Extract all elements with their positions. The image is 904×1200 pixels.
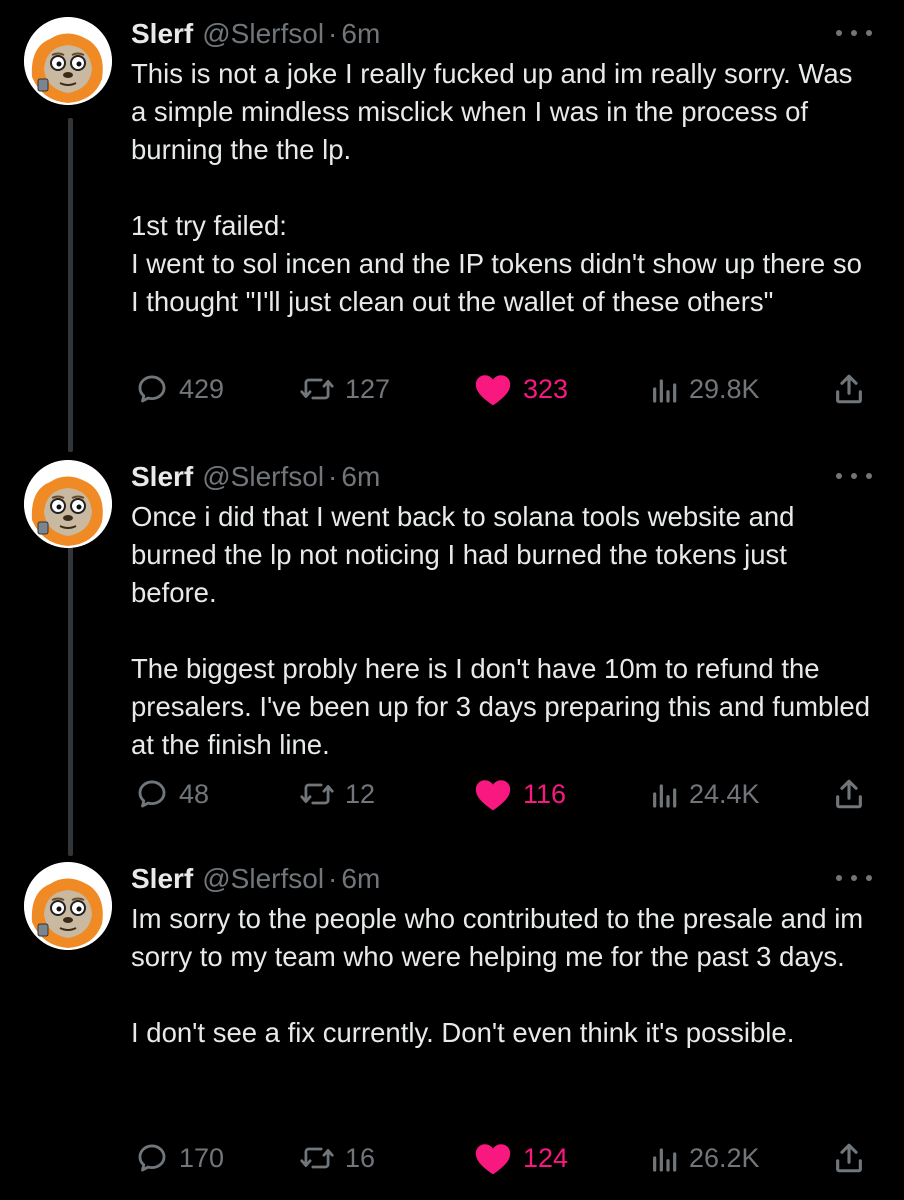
tweet-actions: 48 12 116 24.4K — [131, 774, 871, 814]
author-name[interactable]: Slerf — [131, 461, 193, 493]
tweet-actions: 429 127 323 29.8K — [131, 369, 871, 409]
tweet-paragraph: 1st try failed: I went to sol incen and … — [131, 210, 862, 317]
tweet[interactable]: Slerf @Slerfsol · 6m This is not a joke … — [0, 17, 904, 417]
more-options-icon[interactable] — [836, 21, 872, 45]
like-count: 116 — [523, 778, 567, 809]
repost-icon — [300, 1147, 334, 1169]
share-button[interactable] — [831, 1138, 867, 1178]
author-handle[interactable]: @Slerfsol — [202, 18, 324, 50]
views-button[interactable]: 26.2K — [649, 1138, 760, 1178]
repost-button[interactable]: 12 — [299, 774, 375, 814]
heart-filled-icon — [475, 375, 511, 406]
sloth-avatar-icon — [24, 862, 112, 950]
tweet-header: Slerf @Slerfsol · 6m — [131, 17, 380, 51]
tweet-paragraph: I don't see a fix currently. Don't even … — [131, 1017, 795, 1048]
thread: Slerf @Slerfsol · 6m This is not a joke … — [0, 0, 904, 1200]
views-chart-icon — [653, 379, 677, 403]
views-button[interactable]: 24.4K — [649, 774, 760, 814]
tweet-paragraph: The biggest probly here is I don't have … — [131, 653, 878, 760]
reply-count: 429 — [179, 373, 225, 404]
tweet-paragraph: This is not a joke I really fucked up an… — [131, 58, 861, 165]
more-options-icon[interactable] — [836, 866, 872, 890]
sloth-avatar-icon — [24, 17, 112, 105]
tweet-header: Slerf @Slerfsol · 6m — [131, 862, 380, 896]
avatar[interactable] — [24, 460, 112, 548]
tweet[interactable]: Slerf @Slerfsol · 6m Im sorry to the peo… — [0, 862, 904, 1192]
view-count: 26.2K — [689, 1142, 760, 1173]
repost-count: 12 — [345, 778, 376, 809]
view-count: 29.8K — [689, 373, 760, 404]
author-name[interactable]: Slerf — [131, 18, 193, 50]
author-handle[interactable]: @Slerfsol — [202, 461, 324, 493]
tweet-actions: 170 16 124 26.2K — [131, 1138, 871, 1178]
author-handle[interactable]: @Slerfsol — [202, 863, 324, 895]
reply-button[interactable]: 170 — [135, 1138, 224, 1178]
share-icon — [836, 779, 862, 809]
reply-count: 48 — [179, 778, 210, 809]
separator-dot: · — [328, 461, 338, 492]
reply-button[interactable]: 429 — [135, 369, 224, 409]
view-count: 24.4K — [689, 778, 760, 809]
repost-button[interactable]: 127 — [299, 369, 390, 409]
tweet-paragraph: Once i did that I went back to solana to… — [131, 501, 803, 608]
repost-count: 127 — [345, 373, 391, 404]
like-button[interactable]: 323 — [473, 369, 568, 409]
reply-icon — [138, 780, 166, 808]
share-icon — [836, 1143, 862, 1173]
views-button[interactable]: 29.8K — [649, 369, 760, 409]
heart-filled-icon — [475, 780, 511, 811]
repost-button[interactable]: 16 — [299, 1138, 375, 1178]
share-button[interactable] — [831, 774, 867, 814]
repost-icon — [300, 378, 334, 400]
reply-icon — [138, 375, 166, 403]
timestamp[interactable]: 6m — [341, 863, 380, 895]
reply-count: 170 — [179, 1142, 225, 1173]
avatar[interactable] — [24, 862, 112, 950]
more-options-icon[interactable] — [836, 464, 872, 488]
reply-icon — [138, 1144, 166, 1172]
tweet-text: Once i did that I went back to solana to… — [131, 498, 871, 764]
views-chart-icon — [653, 1148, 677, 1172]
tweet[interactable]: Slerf @Slerfsol · 6m Once i did that I w… — [0, 460, 904, 820]
tweet-header: Slerf @Slerfsol · 6m — [131, 460, 380, 494]
sloth-avatar-icon — [24, 460, 112, 548]
tweet-text: This is not a joke I really fucked up an… — [131, 55, 871, 321]
heart-filled-icon — [475, 1144, 511, 1175]
separator-dot: · — [328, 18, 338, 49]
timestamp[interactable]: 6m — [341, 461, 380, 493]
share-button[interactable] — [831, 369, 867, 409]
author-name[interactable]: Slerf — [131, 863, 193, 895]
separator-dot: · — [328, 863, 338, 894]
views-chart-icon — [653, 784, 677, 808]
like-count: 323 — [523, 373, 569, 404]
reply-button[interactable]: 48 — [135, 774, 209, 814]
tweet-text: Im sorry to the people who contributed t… — [131, 900, 871, 1052]
repost-count: 16 — [345, 1142, 376, 1173]
repost-icon — [300, 783, 334, 805]
timestamp[interactable]: 6m — [341, 18, 380, 50]
avatar[interactable] — [24, 17, 112, 105]
share-icon — [836, 374, 862, 404]
like-count: 124 — [523, 1142, 569, 1173]
like-button[interactable]: 124 — [473, 1138, 568, 1178]
tweet-paragraph: Im sorry to the people who contributed t… — [131, 903, 871, 972]
like-button[interactable]: 116 — [473, 774, 566, 814]
